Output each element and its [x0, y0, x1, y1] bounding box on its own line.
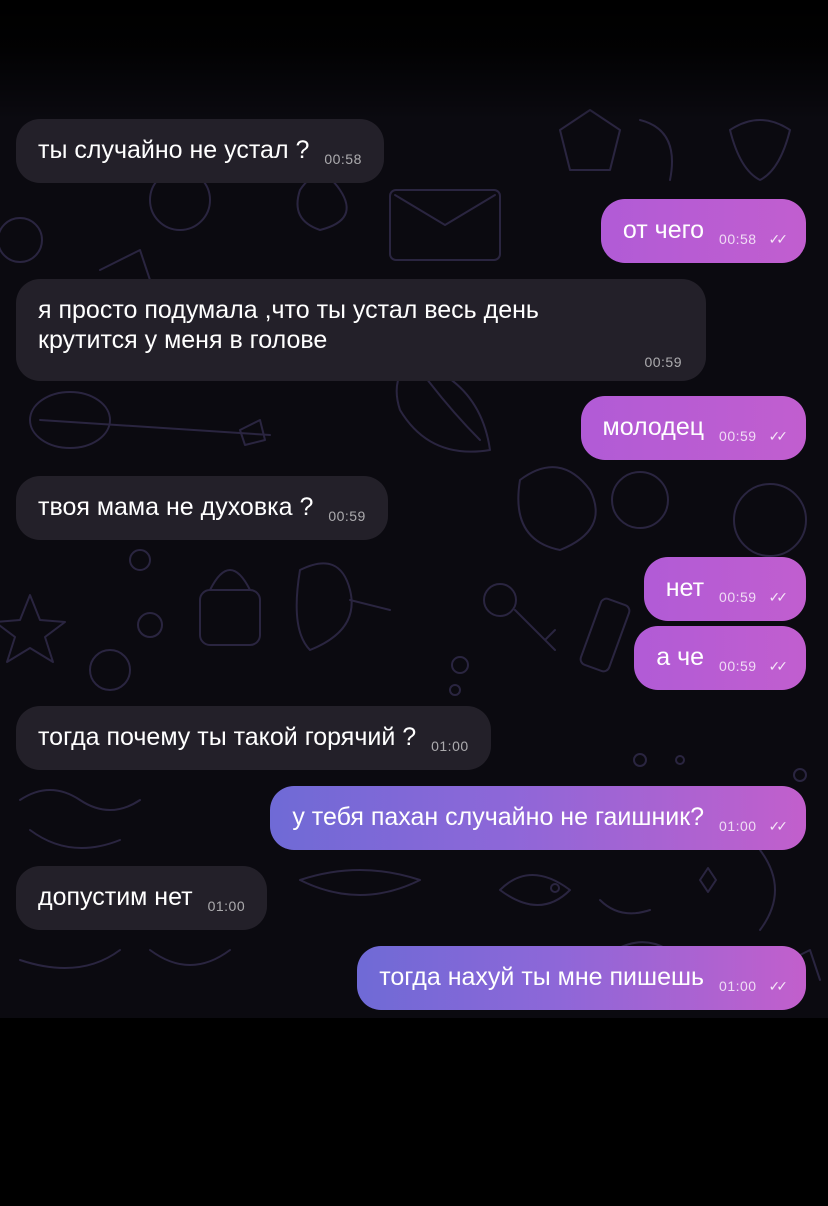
top-fade: [0, 0, 828, 120]
message-text: допустим нет: [38, 883, 193, 911]
message-incoming[interactable]: твоя мама не духовка ? 00:59: [16, 476, 388, 540]
message-time: 01:00: [431, 738, 469, 754]
message-text-line-1: я просто подумала ,что ты устал весь ден…: [38, 296, 539, 324]
message-incoming[interactable]: тогда почему ты такой горячий ? 01:00: [16, 706, 491, 770]
message-text: твоя мама не духовка ?: [38, 493, 314, 521]
message-time: 01:00: [207, 898, 246, 914]
message-text: нет: [665, 574, 705, 602]
message-text: тогда почему ты такой горячий ?: [38, 723, 417, 751]
message-text: у тебя пахан случайно не гаишник?: [292, 803, 705, 831]
message-incoming[interactable]: я просто подумала ,что ты устал весь ден…: [16, 279, 706, 381]
read-checkmark-icon: ✓✓: [768, 589, 789, 605]
message-outgoing[interactable]: у тебя пахан случайно не гаишник? 01:00 …: [270, 786, 806, 850]
message-time: 00:59: [719, 658, 757, 674]
message-text: тогда нахуй ты мне пишешь: [379, 963, 705, 991]
message-time: 00:59: [719, 589, 757, 605]
read-checkmark-icon: ✓✓: [768, 978, 789, 994]
chat-area: ты случайно не устал ? 00:58 от чего 00:…: [0, 0, 828, 1030]
message-text: ты случайно не устал ?: [38, 136, 310, 164]
read-checkmark-icon: ✓✓: [768, 428, 789, 444]
read-checkmark-icon: ✓✓: [768, 231, 789, 247]
message-time: 00:58: [719, 231, 757, 247]
message-outgoing[interactable]: молодец 00:59 ✓✓: [580, 396, 806, 460]
message-time: 00:59: [644, 354, 682, 370]
message-outgoing[interactable]: тогда нахуй ты мне пишешь 01:00 ✓✓: [357, 946, 806, 1010]
message-text: молодец: [602, 413, 705, 441]
message-time: 00:58: [324, 151, 362, 167]
read-checkmark-icon: ✓✓: [768, 818, 789, 834]
message-text-line-2: крутится у меня в голове: [38, 326, 328, 354]
message-time: 00:59: [328, 508, 366, 524]
message-time: 00:59: [719, 428, 757, 444]
bottom-black-area: [0, 1018, 828, 1206]
message-incoming[interactable]: ты случайно не устал ? 00:58: [16, 119, 384, 183]
read-checkmark-icon: ✓✓: [768, 658, 789, 674]
message-outgoing[interactable]: а че 00:59 ✓✓: [634, 626, 806, 690]
message-time: 01:00: [719, 978, 757, 994]
message-outgoing[interactable]: от чего 00:58 ✓✓: [600, 199, 806, 263]
message-outgoing[interactable]: нет 00:59 ✓✓: [643, 557, 806, 621]
message-time: 01:00: [719, 818, 757, 834]
message-text: а че: [656, 643, 705, 671]
message-text: от чего: [622, 216, 705, 244]
message-incoming[interactable]: допустим нет 01:00: [16, 866, 268, 930]
